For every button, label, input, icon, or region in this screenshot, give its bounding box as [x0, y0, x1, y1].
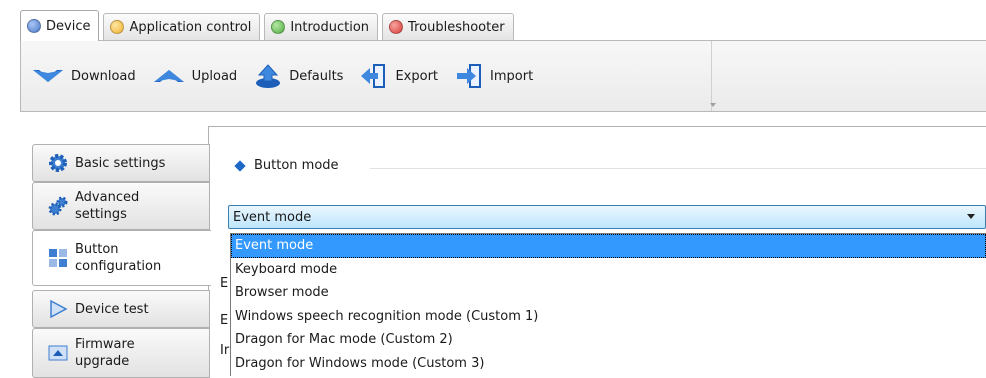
ribbon-resize-grip-icon[interactable]: [709, 101, 717, 109]
dropdown-option-dragon-for-mac[interactable]: Dragon for Mac mode (Custom 2): [231, 328, 986, 352]
obscured-text: E: [220, 276, 229, 291]
gear-icon: [49, 154, 67, 172]
sidebar-item-label: Button configuration: [75, 242, 162, 274]
dropdown-option-windows-speech-recognition[interactable]: Windows speech recognition mode (Custom …: [231, 305, 986, 329]
combobox-value: Event mode: [233, 209, 312, 225]
sidebar-item-button-configuration[interactable]: Button configuration: [32, 230, 211, 286]
import-button[interactable]: Import: [448, 54, 539, 98]
main-tab-strip: Device Application control Introduction …: [20, 8, 518, 41]
tab-introduction[interactable]: Introduction: [264, 13, 379, 40]
red-status-dot-icon: [389, 20, 404, 34]
defaults-button[interactable]: Defaults: [247, 54, 349, 98]
obscured-text: E: [220, 313, 229, 328]
dropdown-option-keyboard-mode[interactable]: Keyboard mode: [231, 258, 986, 282]
sidebar-item-advanced-settings[interactable]: Advanced settings: [32, 182, 210, 230]
tab-device[interactable]: Device: [20, 10, 100, 41]
obscured-text: Ir: [220, 343, 230, 358]
button-mode-combobox[interactable]: Event mode: [228, 205, 986, 229]
group-title: Button mode: [254, 158, 339, 173]
export-icon: [361, 64, 386, 88]
sidebar-item-label: Firmware upgrade: [75, 337, 135, 369]
export-button[interactable]: Export: [353, 54, 444, 98]
import-icon: [457, 64, 482, 88]
dropdown-option-browser-mode[interactable]: Browser mode: [231, 281, 986, 305]
button-config-icon: [49, 249, 67, 267]
play-icon: [50, 299, 68, 319]
import-label: Import: [490, 68, 534, 84]
diamond-bullet-icon: [234, 159, 246, 172]
tab-application-control-label: Application control: [129, 19, 252, 35]
tab-troubleshooter-label: Troubleshooter: [408, 19, 505, 35]
sidebar-item-label: Basic settings: [75, 155, 166, 171]
tab-application-control[interactable]: Application control: [103, 13, 261, 40]
sidebar-item-firmware-upgrade[interactable]: Firmware upgrade: [32, 328, 210, 378]
button-mode-dropdown-list: Event mode Keyboard mode Browser mode Wi…: [230, 233, 986, 376]
tab-device-label: Device: [46, 18, 91, 34]
chevron-down-icon[interactable]: [967, 214, 975, 219]
download-button[interactable]: Download: [25, 54, 142, 98]
defaults-label: Defaults: [289, 68, 344, 84]
dropdown-option-event-mode[interactable]: Event mode: [231, 234, 986, 258]
yellow-status-dot-icon: [110, 20, 125, 34]
tab-troubleshooter[interactable]: Troubleshooter: [382, 13, 514, 40]
firmware-icon: [48, 345, 68, 361]
group-divider: [370, 168, 986, 169]
export-label: Export: [395, 68, 439, 84]
upload-icon: [153, 70, 184, 82]
download-label: Download: [71, 68, 136, 84]
download-icon: [33, 70, 63, 82]
sidebar-item-label: Advanced settings: [75, 190, 140, 222]
button-mode-group-header: Button mode: [234, 158, 339, 173]
defaults-icon: [256, 64, 281, 88]
tab-introduction-label: Introduction: [290, 19, 370, 35]
gears-icon: [48, 196, 68, 216]
ribbon-toolbar: Download Upload Defaults Export Import: [20, 40, 986, 112]
sidebar-item-basic-settings[interactable]: Basic settings: [32, 144, 210, 182]
upload-label: Upload: [191, 68, 238, 84]
dropdown-option-dragon-for-windows[interactable]: Dragon for Windows mode (Custom 3): [231, 352, 986, 376]
ribbon-group: Download Upload Defaults Export Import: [21, 41, 712, 111]
blue-status-dot-icon: [27, 19, 41, 33]
upload-button[interactable]: Upload: [146, 54, 244, 98]
sidebar-item-label: Device test: [75, 301, 149, 317]
green-status-dot-icon: [271, 20, 286, 34]
sidebar-item-device-test[interactable]: Device test: [32, 290, 210, 328]
